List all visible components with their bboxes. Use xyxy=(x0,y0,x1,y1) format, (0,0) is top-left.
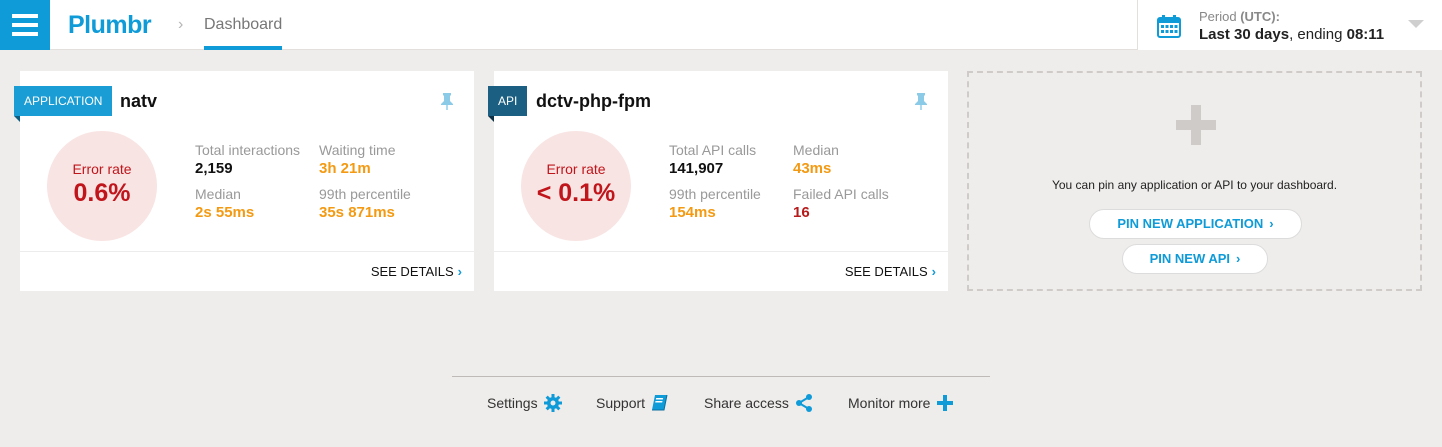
active-tab-indicator xyxy=(204,46,282,50)
chevron-right-icon: › xyxy=(931,264,936,279)
hamburger-icon xyxy=(12,23,38,27)
see-details-link[interactable]: SEE DETAILS › xyxy=(371,264,462,279)
stat-failed-api-calls: Failed API calls 16 xyxy=(793,186,889,221)
error-rate-label: Error rate xyxy=(72,161,132,177)
book-icon xyxy=(652,394,668,411)
breadcrumb-separator: › xyxy=(178,16,184,33)
stat-99th-percentile: 99th percentile 154ms xyxy=(669,186,761,221)
pin-new-application-button[interactable]: PIN NEW APPLICATION › xyxy=(1089,209,1302,239)
stat-total-api-calls: Total API calls 141,907 xyxy=(669,142,757,177)
pin-icon[interactable] xyxy=(914,92,928,110)
error-rate-label: Error rate xyxy=(546,161,606,177)
calendar-icon xyxy=(1157,15,1181,38)
pin-icon[interactable] xyxy=(440,92,454,110)
plus-icon xyxy=(937,395,954,411)
period-selector[interactable]: Period (UTC): Last 30 days, ending 08:11 xyxy=(1137,0,1442,50)
hamburger-icon xyxy=(12,14,38,18)
gear-icon xyxy=(543,394,562,412)
card-title[interactable]: natv xyxy=(120,91,157,112)
period-label: Period (UTC): xyxy=(1199,9,1280,24)
chevron-right-icon: › xyxy=(1236,251,1241,266)
see-details-link[interactable]: SEE DETAILS › xyxy=(845,264,936,279)
footer-divider xyxy=(452,376,990,377)
divider xyxy=(20,251,474,252)
error-rate-value: 0.6% xyxy=(73,179,131,207)
application-tag: APPLICATION xyxy=(14,86,113,122)
breadcrumb-current[interactable]: Dashboard xyxy=(204,16,282,34)
share-access-link[interactable]: Share access xyxy=(704,394,813,412)
api-tag: API xyxy=(488,86,528,122)
stat-total-interactions: Total interactions 2,159 xyxy=(195,142,301,177)
pin-placeholder: You can pin any application or API to yo… xyxy=(967,71,1422,291)
error-rate-circle: Error rate < 0.1% xyxy=(521,131,631,241)
stat-99th-percentile: 99th percentile 35s 871ms xyxy=(319,186,411,221)
stat-median: Median 43ms xyxy=(793,142,839,177)
chevron-right-icon: › xyxy=(1269,216,1274,231)
menu-button[interactable] xyxy=(0,0,50,50)
brand-logo[interactable]: Plumbr xyxy=(68,11,152,40)
card-title[interactable]: dctv-php-fpm xyxy=(536,91,651,112)
stat-waiting-time: Waiting time 3h 21m xyxy=(319,142,396,177)
hamburger-icon xyxy=(12,32,38,36)
placeholder-text: You can pin any application or API to yo… xyxy=(1051,178,1338,192)
top-header: Plumbr › Dashboard Period (UTC): Last 30… xyxy=(0,0,1442,50)
period-value: Last 30 days, ending 08:11 xyxy=(1199,26,1385,43)
application-card: APPLICATION natv Error rate 0.6% Total i… xyxy=(14,71,474,291)
share-icon xyxy=(795,394,812,412)
monitor-more-link[interactable]: Monitor more xyxy=(848,394,954,412)
error-rate-value: < 0.1% xyxy=(536,179,616,207)
plus-icon xyxy=(1176,105,1216,145)
divider xyxy=(494,251,948,252)
stat-median: Median 2s 55ms xyxy=(195,186,255,221)
support-link[interactable]: Support xyxy=(596,394,669,412)
chevron-down-icon xyxy=(1408,20,1424,28)
settings-link[interactable]: Settings xyxy=(487,394,562,412)
pin-new-api-button[interactable]: PIN NEW API › xyxy=(1122,244,1268,274)
api-card: API dctv-php-fpm Error rate < 0.1% Total… xyxy=(488,71,948,291)
error-rate-circle: Error rate 0.6% xyxy=(47,131,157,241)
chevron-right-icon: › xyxy=(457,264,462,279)
